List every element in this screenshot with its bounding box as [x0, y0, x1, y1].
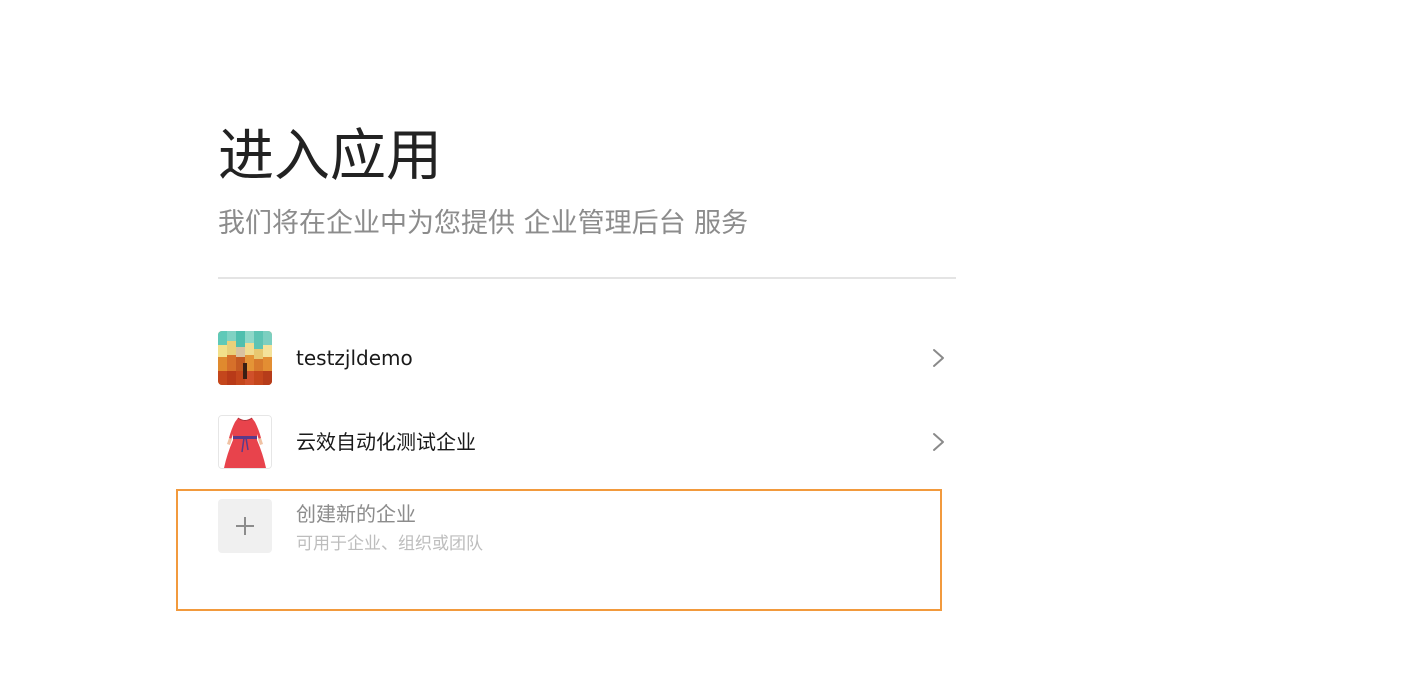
divider: [218, 277, 956, 279]
create-enterprise-title[interactable]: 创建新的企业: [296, 500, 416, 528]
org-avatar-pixel-art: [218, 331, 272, 385]
chevron-right-icon: [933, 349, 944, 367]
org-item-testzjldemo[interactable]: testzjldemo: [218, 331, 956, 385]
org-avatar-red-dress: [218, 415, 272, 469]
create-enterprise-subtitle: 可用于企业、组织或团队: [296, 534, 483, 554]
page-subtitle: 我们将在企业中为您提供 企业管理后台 服务: [218, 208, 749, 239]
org-name: testzjldemo: [296, 346, 413, 370]
org-item-yunxiao[interactable]: 云效自动化测试企业: [218, 415, 956, 469]
page-title: 进入应用: [218, 124, 442, 189]
org-name: 云效自动化测试企业: [296, 430, 476, 454]
chevron-right-icon: [933, 433, 944, 451]
plus-icon[interactable]: [218, 499, 272, 553]
create-enterprise-item[interactable]: [176, 489, 942, 611]
